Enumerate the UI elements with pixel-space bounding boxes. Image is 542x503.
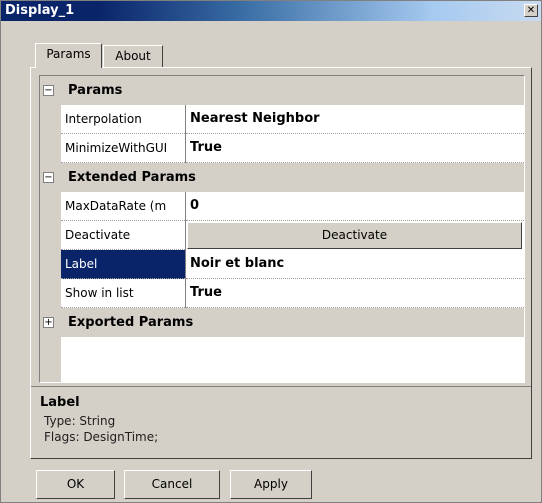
description-type: Type: String <box>44 414 116 428</box>
params-panel: − Params Interpolation Nearest Neighbor … <box>30 67 532 459</box>
property-row-interpolation[interactable]: Interpolation Nearest Neighbor <box>40 105 524 134</box>
category-label: Params <box>68 83 123 98</box>
property-name: Deactivate <box>61 221 185 250</box>
plus-box-icon[interactable]: + <box>43 317 54 328</box>
property-name: MaxDataRate (m <box>61 192 185 221</box>
property-value[interactable]: Noir et blanc <box>186 250 524 279</box>
property-value[interactable]: Nearest Neighbor <box>186 105 524 134</box>
property-grid: − Params Interpolation Nearest Neighbor … <box>39 75 525 383</box>
close-icon[interactable]: ✕ <box>524 4 538 17</box>
minus-box-icon[interactable]: − <box>43 85 54 96</box>
property-value[interactable]: True <box>186 134 524 163</box>
apply-button[interactable]: Apply <box>230 470 312 499</box>
row-gutter <box>40 192 61 221</box>
cancel-button[interactable]: Cancel <box>124 470 220 499</box>
category-extended-params[interactable]: − Extended Params <box>40 163 524 192</box>
property-value[interactable]: 0 <box>186 192 524 221</box>
description-flags: Flags: DesignTime; <box>44 430 159 444</box>
property-name: Show in list <box>61 279 185 308</box>
category-exported-params[interactable]: + Exported Params <box>40 308 524 337</box>
minus-box-icon[interactable]: − <box>43 172 54 183</box>
column-divider <box>185 221 186 250</box>
category-params[interactable]: − Params <box>40 76 524 105</box>
description-title: Label <box>40 395 80 410</box>
property-row-minimizewithgui[interactable]: MinimizeWithGUI True <box>40 134 524 163</box>
property-name: Interpolation <box>61 105 185 134</box>
dialog-window: Display_1 ✕ Params About − Params Interp… <box>0 0 542 503</box>
property-row-maxdatarate[interactable]: MaxDataRate (m 0 <box>40 192 524 221</box>
window-title: Display_1 <box>5 3 75 18</box>
property-name: MinimizeWithGUI <box>61 134 185 163</box>
category-label: Exported Params <box>68 315 194 330</box>
description-pane: Label Type: String Flags: DesignTime; <box>31 386 531 458</box>
tab-params[interactable]: Params <box>35 43 102 68</box>
tab-about-label: About <box>115 49 151 63</box>
property-name-selected: Label <box>61 250 185 279</box>
property-value[interactable]: True <box>186 279 524 308</box>
row-gutter <box>40 221 61 250</box>
row-gutter <box>40 279 61 308</box>
row-gutter <box>40 105 61 134</box>
category-label: Extended Params <box>68 170 196 185</box>
property-row-deactivate[interactable]: Deactivate Deactivate <box>40 221 524 250</box>
tab-about[interactable]: About <box>103 45 163 67</box>
ok-button[interactable]: OK <box>36 470 115 499</box>
property-row-show-in-list[interactable]: Show in list True <box>40 279 524 308</box>
property-row-label[interactable]: Label Noir et blanc <box>40 250 524 279</box>
title-bar[interactable]: Display_1 ✕ <box>1 1 541 21</box>
row-gutter <box>40 134 61 163</box>
row-gutter <box>40 250 61 279</box>
empty-gutter <box>40 337 61 382</box>
deactivate-button[interactable]: Deactivate <box>187 222 522 249</box>
tab-params-label: Params <box>46 47 91 61</box>
